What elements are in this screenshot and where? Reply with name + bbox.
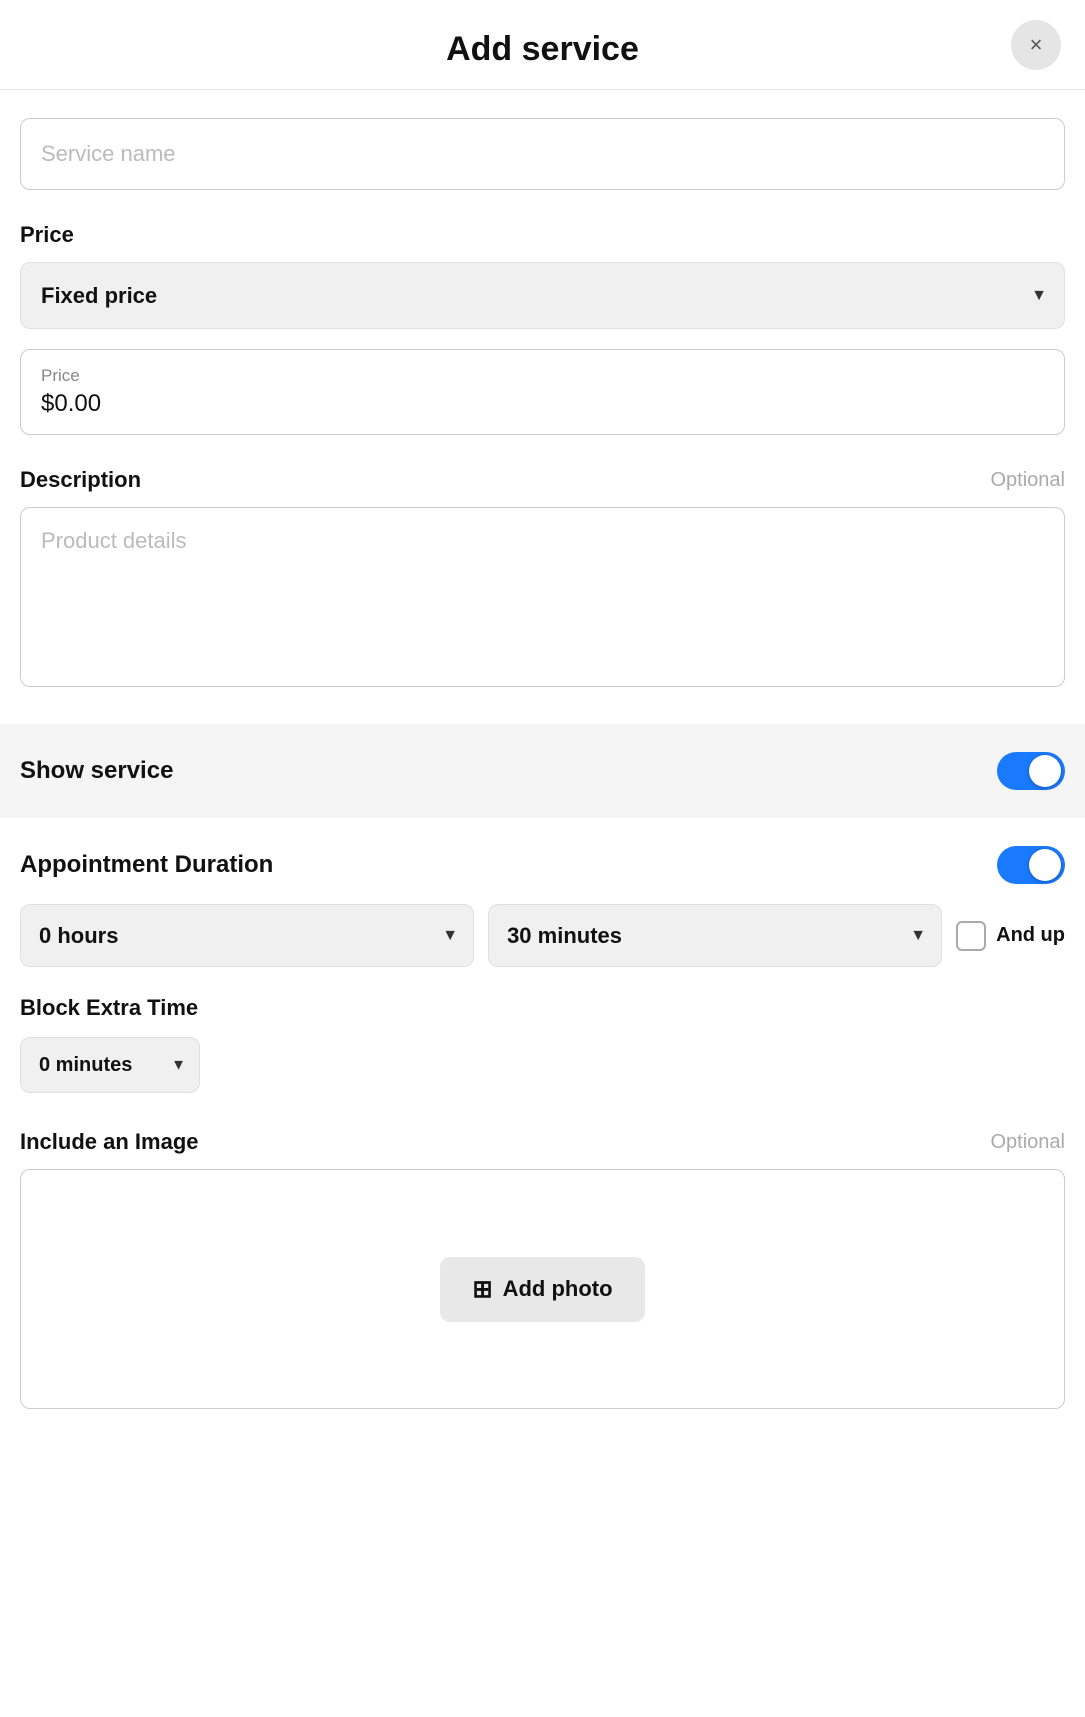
image-section: Include an Image Optional ⊞ Add photo <box>20 1129 1065 1409</box>
price-section: Price Fixed price Variable price No pric… <box>20 222 1065 435</box>
appointment-toggle-knob <box>1029 849 1061 881</box>
description-label: Description Optional <box>20 467 1065 493</box>
description-textarea[interactable] <box>20 507 1065 687</box>
appointment-toggle[interactable] <box>997 846 1065 884</box>
show-service-label: Show service <box>20 757 173 785</box>
and-up-checkbox[interactable] <box>956 921 986 951</box>
price-field[interactable]: Price $0.00 <box>20 349 1065 435</box>
and-up-label: And up <box>996 924 1065 947</box>
price-field-value: $0.00 <box>41 390 1044 418</box>
add-photo-icon: ⊞ <box>472 1275 492 1304</box>
main-content: Price Fixed price Variable price No pric… <box>0 90 1085 1437</box>
appointment-header: Appointment Duration <box>20 846 1065 884</box>
hours-select[interactable]: 0 hours 1 hours 2 hours 3 hours 4 hours <box>20 904 474 967</box>
hours-dropdown-wrapper: 0 hours 1 hours 2 hours 3 hours 4 hours … <box>20 904 474 967</box>
description-section: Description Optional <box>20 467 1065 692</box>
appointment-section: Appointment Duration 0 hours 1 hours 2 h… <box>20 818 1065 1093</box>
page-title: Add service <box>446 30 639 69</box>
page-container: Add service × Price Fixed price Variable… <box>0 0 1085 1717</box>
close-icon: × <box>1030 32 1043 58</box>
show-service-row: Show service <box>0 724 1085 818</box>
price-type-dropdown-wrapper: Fixed price Variable price No price ▼ <box>20 262 1065 329</box>
block-time-select[interactable]: 0 minutes 5 minutes 10 minutes 15 minute… <box>20 1037 200 1093</box>
block-time-dropdown-wrapper: 0 minutes 5 minutes 10 minutes 15 minute… <box>20 1037 200 1093</box>
price-field-label: Price <box>41 366 1044 386</box>
minutes-dropdown-wrapper: 0 minutes 15 minutes 30 minutes 45 minut… <box>488 904 942 967</box>
appointment-title: Appointment Duration <box>20 851 273 879</box>
minutes-select[interactable]: 0 minutes 15 minutes 30 minutes 45 minut… <box>488 904 942 967</box>
image-section-label: Include an Image Optional <box>20 1129 1065 1155</box>
block-extra-time-section: Block Extra Time 0 minutes 5 minutes 10 … <box>20 995 1065 1093</box>
description-optional: Optional <box>991 469 1066 492</box>
toggle-knob <box>1029 755 1061 787</box>
price-type-select[interactable]: Fixed price Variable price No price <box>20 262 1065 329</box>
add-photo-button[interactable]: ⊞ Add photo <box>440 1257 644 1322</box>
header: Add service × <box>0 0 1085 90</box>
image-box: ⊞ Add photo <box>20 1169 1065 1409</box>
price-label: Price <box>20 222 1065 248</box>
image-optional: Optional <box>991 1131 1066 1154</box>
and-up-wrapper: And up <box>956 921 1065 951</box>
duration-row: 0 hours 1 hours 2 hours 3 hours 4 hours … <box>20 904 1065 967</box>
service-name-input[interactable] <box>20 118 1065 190</box>
add-photo-label: Add photo <box>503 1276 613 1302</box>
block-extra-time-label: Block Extra Time <box>20 995 1065 1021</box>
show-service-toggle[interactable] <box>997 752 1065 790</box>
close-button[interactable]: × <box>1011 20 1061 70</box>
